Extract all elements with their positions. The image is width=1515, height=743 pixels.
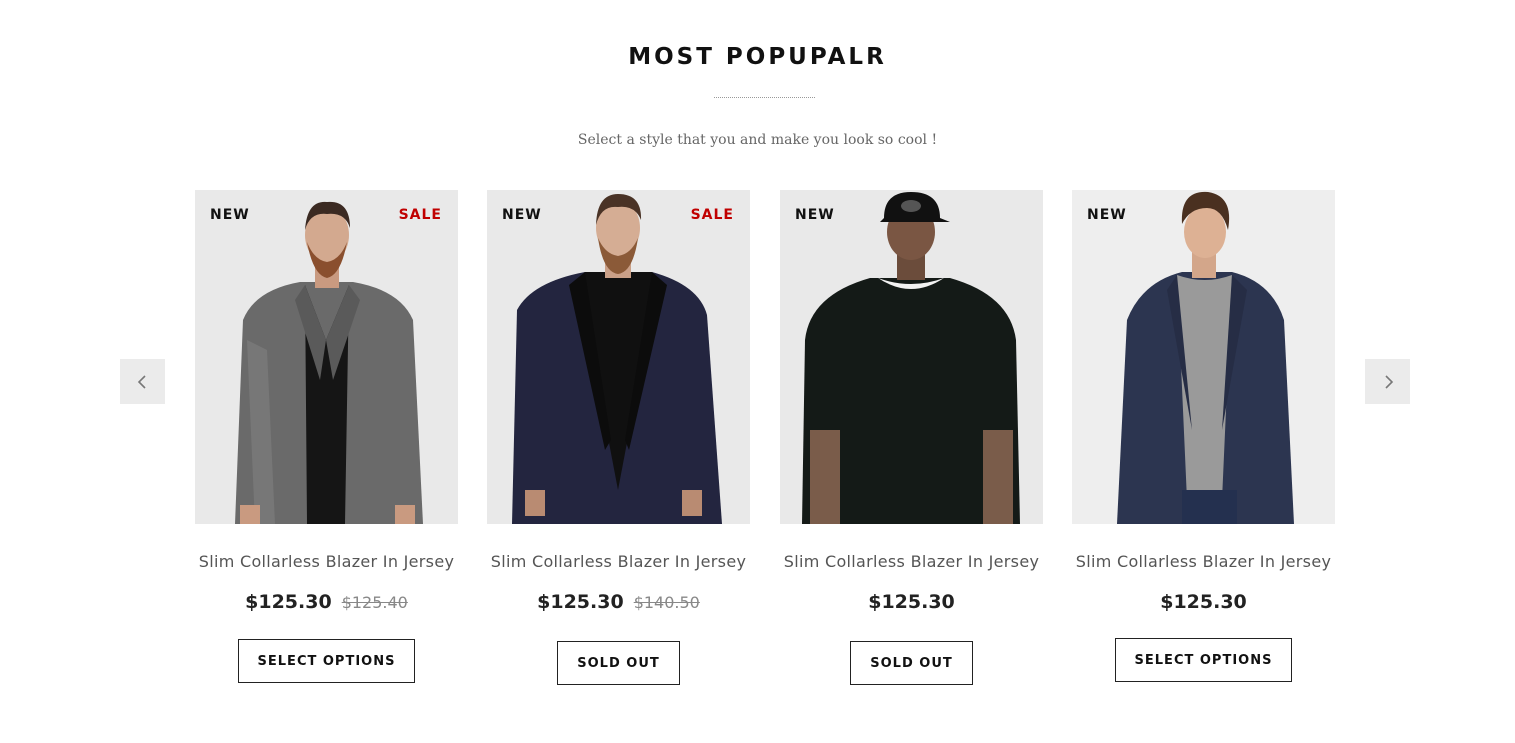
new-badge: NEW (1087, 207, 1127, 223)
chevron-right-icon (1384, 374, 1393, 389)
new-badge: NEW (210, 207, 250, 223)
new-badge: NEW (795, 207, 835, 223)
section-subtitle: Select a style that you and make you loo… (577, 132, 938, 148)
product-card: NEW SALE Slim Collarless Blazer In Jerse… (487, 190, 750, 685)
current-price: $125.30 (245, 591, 332, 613)
sold-out-button[interactable]: SOLD OUT (850, 641, 973, 685)
product-name[interactable]: Slim Collarless Blazer In Jersey (780, 552, 1043, 571)
product-card: NEW Slim Collarless Blazer In Jersey $12… (780, 190, 1043, 685)
price-row: $125.30 (780, 591, 1043, 613)
product-image[interactable]: NEW (780, 190, 1043, 524)
price-row: $125.30 (1072, 591, 1335, 613)
carousel-prev-button[interactable] (120, 359, 165, 404)
sale-badge: SALE (690, 207, 734, 223)
title-divider (714, 97, 815, 98)
product-card: NEW SALE Slim Collarless Blazer In Jerse… (195, 190, 458, 683)
product-photo (487, 190, 750, 524)
product-photo (195, 190, 458, 524)
new-badge: NEW (502, 207, 542, 223)
price-row: $125.30 $140.50 (487, 591, 750, 613)
price-row: $125.30 $125.40 (195, 591, 458, 613)
sold-out-button[interactable]: SOLD OUT (557, 641, 680, 685)
carousel-next-button[interactable] (1365, 359, 1410, 404)
product-image[interactable]: NEW (1072, 190, 1335, 524)
select-options-button[interactable]: SELECT OPTIONS (238, 639, 415, 683)
product-name[interactable]: Slim Collarless Blazer In Jersey (487, 552, 750, 571)
product-image[interactable]: NEW SALE (487, 190, 750, 524)
old-price: $140.50 (633, 593, 700, 612)
section-title: MOST POPUPALR (628, 44, 887, 70)
product-photo (1072, 190, 1335, 524)
sale-badge: SALE (398, 207, 442, 223)
product-name[interactable]: Slim Collarless Blazer In Jersey (195, 552, 458, 571)
product-card: NEW Slim Collarless Blazer In Jersey $12… (1072, 190, 1335, 682)
select-options-button[interactable]: SELECT OPTIONS (1115, 638, 1292, 682)
product-name[interactable]: Slim Collarless Blazer In Jersey (1072, 552, 1335, 571)
product-photo (780, 190, 1043, 524)
old-price: $125.40 (341, 593, 408, 612)
product-image[interactable]: NEW SALE (195, 190, 458, 524)
most-popular-section: MOST POPUPALR Select a style that you an… (0, 0, 1515, 743)
chevron-left-icon (137, 374, 146, 389)
current-price: $125.30 (868, 591, 955, 613)
current-price: $125.30 (537, 591, 624, 613)
current-price: $125.30 (1160, 591, 1247, 613)
